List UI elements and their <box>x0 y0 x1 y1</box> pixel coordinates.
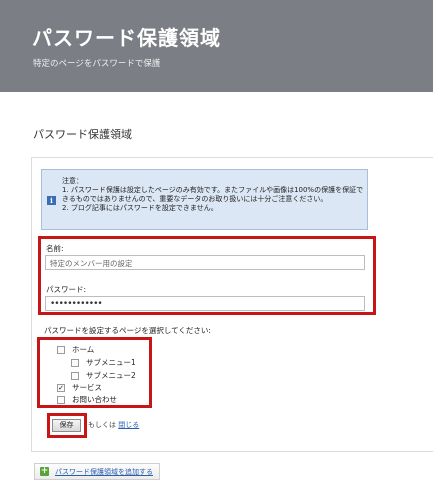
notice-box: i 注意： 1. パスワード保護は設定したページのみ有効です。またファイルや画像… <box>41 169 368 230</box>
add-protected-area-button[interactable]: + パスワード保護領域を追加する <box>34 463 160 480</box>
name-password-highlight <box>38 236 376 315</box>
notice-heading: 注意： <box>62 177 83 185</box>
page-subtitle: 特定のページをパスワードで保護 <box>33 59 161 69</box>
or-text: もしくは <box>88 421 116 429</box>
close-link[interactable]: 閉じる <box>118 421 139 429</box>
notice-line-1: 1. パスワード保護は設定したページのみ有効です。またファイルや画像は100%の… <box>62 186 364 203</box>
info-icon: i <box>47 196 56 205</box>
plus-icon: + <box>40 466 49 476</box>
section-title: パスワード保護領域 <box>33 128 132 141</box>
page-title: パスワード保護領域 <box>32 26 221 50</box>
or-close-text: もしくは 閉じる <box>88 420 139 430</box>
add-protected-area-label: パスワード保護領域を追加する <box>55 467 153 476</box>
page-header: パスワード保護領域 特定のページをパスワードで保護 <box>0 0 433 92</box>
save-highlight <box>47 413 87 438</box>
notice-text: 注意： 1. パスワード保護は設定したページのみ有効です。またファイルや画像は1… <box>62 177 364 213</box>
pages-label: パスワードを設定するページを選択してください: <box>44 326 211 335</box>
notice-line-2: 2. ブログ記事にはパスワードを設定できません。 <box>62 204 218 212</box>
pages-highlight <box>37 337 152 408</box>
